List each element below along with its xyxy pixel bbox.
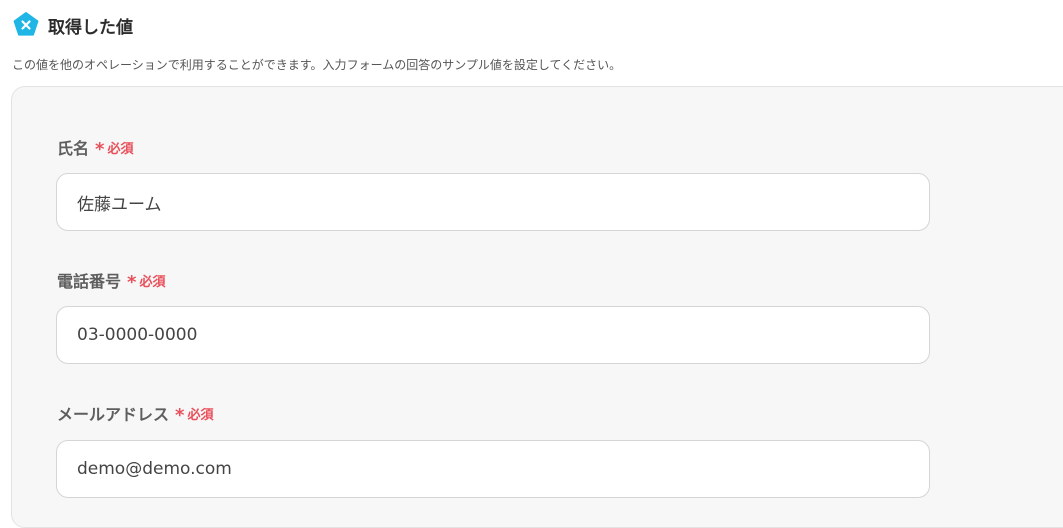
required-badge: 必須: [107, 141, 134, 157]
field-label-name: 氏名 * 必須: [57, 135, 134, 160]
field-label-text: メールアドレス: [57, 405, 170, 424]
yoom-x-icon: [12, 11, 40, 39]
field-label-phone: 電話番号 * 必須: [57, 268, 166, 293]
required-asterisk: *: [175, 404, 185, 426]
field-label-text: 氏名: [57, 139, 90, 158]
required-badge: 必須: [187, 407, 214, 423]
section-description: この値を他のオペレーションで利用することができます。入力フォームの回答のサンプル…: [12, 58, 622, 72]
section-header: 取得した値: [12, 10, 133, 40]
email-input[interactable]: [56, 440, 930, 498]
field-label-text: 電話番号: [57, 272, 122, 291]
name-input[interactable]: [56, 173, 930, 231]
field-label-email: メールアドレス * 必須: [57, 401, 214, 426]
required-asterisk: *: [127, 271, 137, 293]
section-title: 取得した値: [48, 17, 133, 38]
phone-input[interactable]: [56, 306, 930, 364]
required-asterisk: *: [95, 138, 105, 160]
required-badge: 必須: [139, 274, 166, 290]
